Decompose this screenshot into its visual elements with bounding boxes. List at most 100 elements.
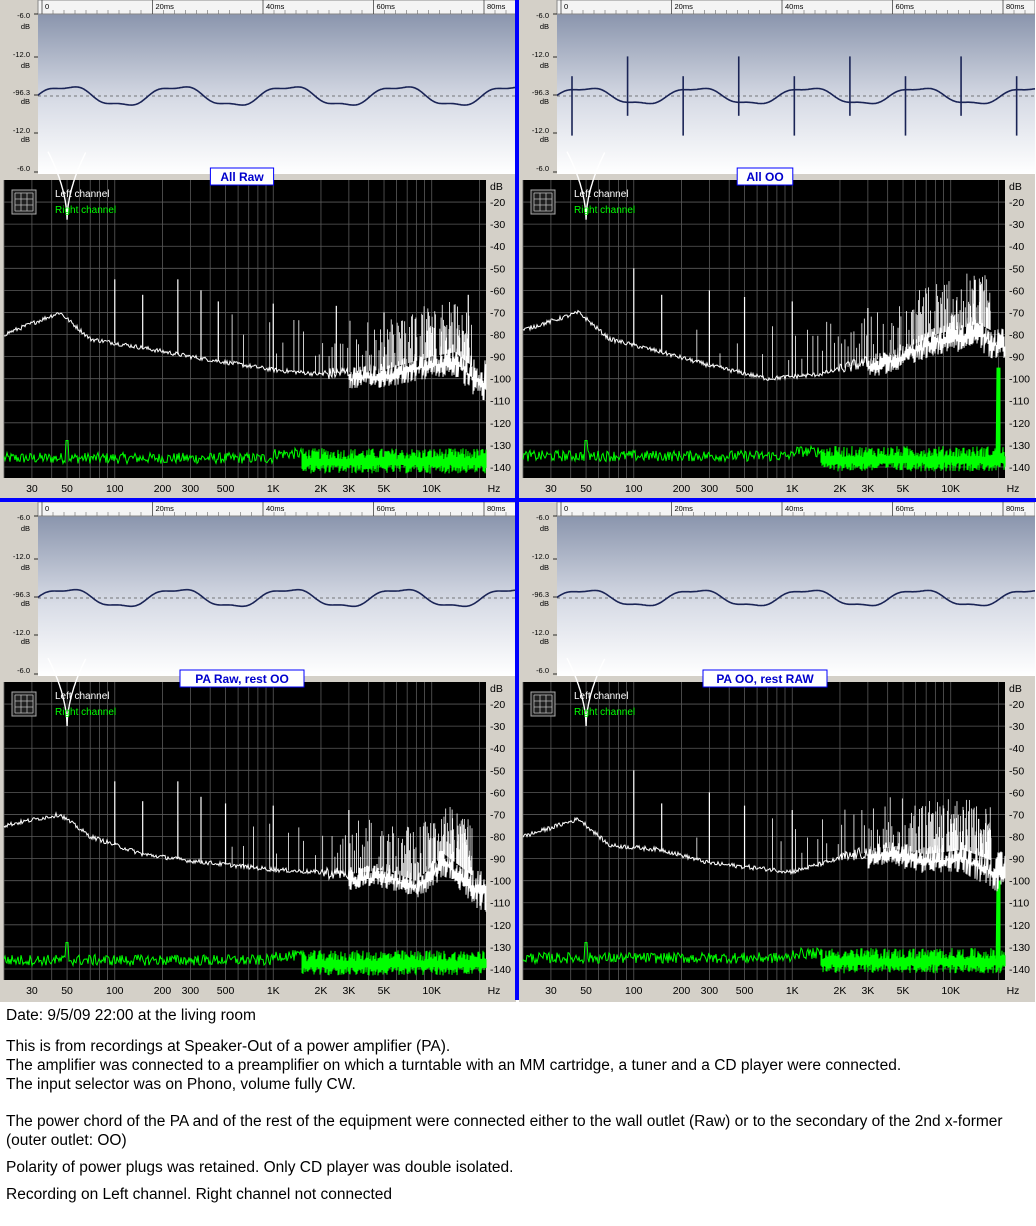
spectrum-y-tick-label: -90 <box>1009 352 1024 364</box>
time-tick-label: 40ms <box>785 2 804 11</box>
spectrum-y-tick-label: -120 <box>1009 920 1030 932</box>
spectrum-y-tick-label: -110 <box>1009 898 1029 910</box>
spectrum-y-tick-label: -20 <box>490 699 505 711</box>
waveform-area <box>557 516 1035 676</box>
spectrum-y-tick-label: -100 <box>1009 876 1030 888</box>
notes-date: Date: 9/5/09 22:00 at the living room <box>6 1007 256 1024</box>
db-tick-label: dB <box>540 61 549 70</box>
spectrum-y-tick-label: -80 <box>490 832 505 844</box>
spectrum-y-tick-label: -30 <box>490 721 505 733</box>
db-tick-label: -96.3 <box>532 590 549 599</box>
notes-paragraph: Polarity of power plugs was retained. On… <box>6 1159 514 1176</box>
time-tick-label: 60ms <box>896 504 915 513</box>
time-tick-label: 20ms <box>156 504 175 513</box>
spectrum-y-tick-label: -50 <box>1009 263 1024 275</box>
spectrum-y-tick-label: -90 <box>1009 854 1024 866</box>
time-tick-label: 80ms <box>487 504 506 513</box>
legend-right-channel: Right channel <box>574 205 635 216</box>
time-tick-label: 40ms <box>266 2 285 11</box>
db-tick-label: dB <box>21 524 30 533</box>
db-tick-label: dB <box>21 97 30 106</box>
spectrum-x-tick-label: 500 <box>736 483 754 495</box>
spectrum-x-tick-label: Hz <box>1007 483 1020 495</box>
time-tick-label: 80ms <box>487 2 506 11</box>
spectrum-x-tick-label: 5K <box>897 985 910 997</box>
spectrum-y-tick-label: -110 <box>490 396 510 408</box>
spectrum-y-tick-label: -120 <box>490 418 511 430</box>
db-tick-label: -6.0 <box>536 666 549 675</box>
notes-paragraph: Recording on Left channel. Right channel… <box>6 1186 393 1203</box>
chart-svg: 0 20ms 40ms 60ms 80ms-6.0dB-12.0dB-96.3dB-12… <box>519 502 1035 1002</box>
legend-right-channel: Right channel <box>574 707 635 718</box>
spectrum-y-tick-label: -60 <box>490 285 505 297</box>
spectrum-x-tick-label: 50 <box>580 985 592 997</box>
time-tick-label: 0 <box>45 504 49 513</box>
spectrum-x-tick-label: 5K <box>897 483 910 495</box>
spectrum-y-tick-label: -70 <box>490 809 505 821</box>
waveform-area <box>557 14 1035 174</box>
spectrum-y-tick-label: -60 <box>1009 787 1024 799</box>
db-tick-label: dB <box>21 599 30 608</box>
spectrum-y-tick-label: -110 <box>490 898 510 910</box>
waveform-area <box>38 14 516 174</box>
db-tick-label: -12.0 <box>532 628 549 637</box>
spectrum-y-tick-label: -50 <box>490 765 505 777</box>
db-tick-label: dB <box>540 97 549 106</box>
spectrum-x-tick-label: 1K <box>786 985 799 997</box>
spectrum-y-tick-label: -140 <box>490 964 511 976</box>
spectrum-x-tick-label: 3K <box>861 985 874 997</box>
db-tick-label: -12.0 <box>532 552 549 561</box>
spectrum-y-tick-label: -140 <box>1009 964 1030 976</box>
spectrum-x-tick-label: 5K <box>378 483 391 495</box>
spectrum-x-tick-label: 2K <box>315 985 328 997</box>
spectrum-x-tick-label: 10K <box>941 985 960 997</box>
spectrum-y-tick-label: -100 <box>490 876 511 888</box>
spectrum-x-tick-label: 300 <box>182 483 200 495</box>
spectrum-y-tick-label: dB <box>1009 181 1022 193</box>
time-tick-label: 0 <box>564 504 568 513</box>
time-tick-label: 80ms <box>1006 504 1025 513</box>
spectrum-y-tick-label: -140 <box>1009 462 1030 474</box>
spectrum-x-tick-label: 3K <box>861 483 874 495</box>
chart-title: All OO <box>746 170 783 184</box>
spectrum-x-tick-label: 2K <box>834 483 847 495</box>
chart-title-box: All OO <box>736 167 794 186</box>
spectrum-x-tick-label: 500 <box>217 483 235 495</box>
spectrum-x-tick-label: 3K <box>342 985 355 997</box>
db-tick-label: dB <box>540 599 549 608</box>
spectrum-y-tick-label: -50 <box>1009 765 1024 777</box>
db-tick-label: -12.0 <box>13 552 30 561</box>
spectrum-y-tick-label: -110 <box>1009 396 1029 408</box>
spectrum-x-tick-label: 200 <box>154 483 172 495</box>
chart-title-box: PA OO, rest RAW <box>702 669 828 688</box>
waveform-area <box>38 516 516 676</box>
spectrum-y-tick-label: -130 <box>490 440 511 452</box>
db-tick-label: -6.0 <box>17 11 30 20</box>
spectrum-y-tick-label: -100 <box>1009 374 1030 386</box>
spectrum-x-tick-label: 300 <box>182 985 200 997</box>
spectrum-y-tick-label: -40 <box>1009 743 1024 755</box>
db-tick-label: dB <box>21 637 30 646</box>
spectrum-y-tick-label: -130 <box>490 942 511 954</box>
db-tick-label: dB <box>21 135 30 144</box>
spectrum-y-tick-label: -30 <box>490 219 505 231</box>
spectrum-y-tick-label: -80 <box>1009 832 1024 844</box>
spectrum-x-tick-label: 2K <box>315 483 328 495</box>
legend-left-channel: Left channel <box>55 189 110 200</box>
spectrum-x-tick-label: 50 <box>61 985 73 997</box>
spectrum-area <box>4 682 486 980</box>
chart-title: PA Raw, rest OO <box>195 672 289 686</box>
spectrum-x-tick-label: 100 <box>625 483 643 495</box>
panel-all-raw: 0 20ms 40ms 60ms 80ms -6.0 dB -12.0 dB -96.3 dB -12… <box>0 0 516 500</box>
spectrum-x-tick-label: 200 <box>673 483 691 495</box>
chart-svg: 0 20ms 40ms 60ms 80ms-6.0dB-12.0dB-96.3dB-12… <box>519 0 1035 500</box>
legend-icon-frame <box>530 189 556 215</box>
db-tick-label: -12.0 <box>13 50 30 59</box>
spectrum-x-tick-label: 1K <box>267 483 280 495</box>
spectrum-x-tick-label: 300 <box>701 985 719 997</box>
db-tick-label: -6.0 <box>536 164 549 173</box>
db-tick-label: dB <box>21 61 30 70</box>
db-tick-label: -6.0 <box>536 11 549 20</box>
